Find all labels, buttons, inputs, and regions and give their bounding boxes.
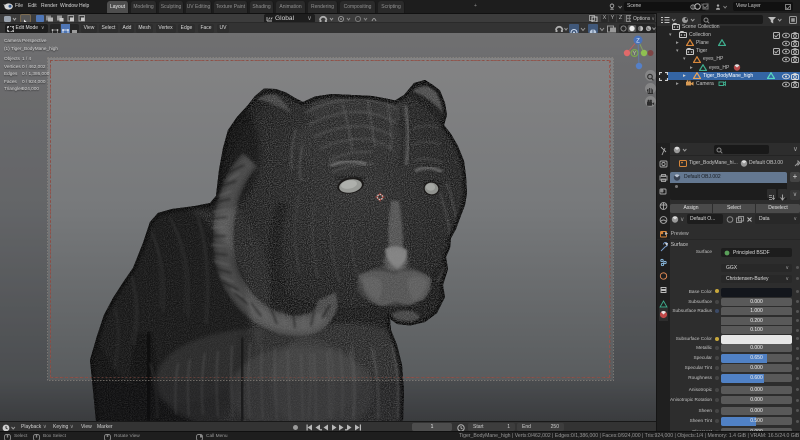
svg-text:Z: Z [636, 39, 640, 45]
svg-text:Y: Y [633, 51, 637, 57]
